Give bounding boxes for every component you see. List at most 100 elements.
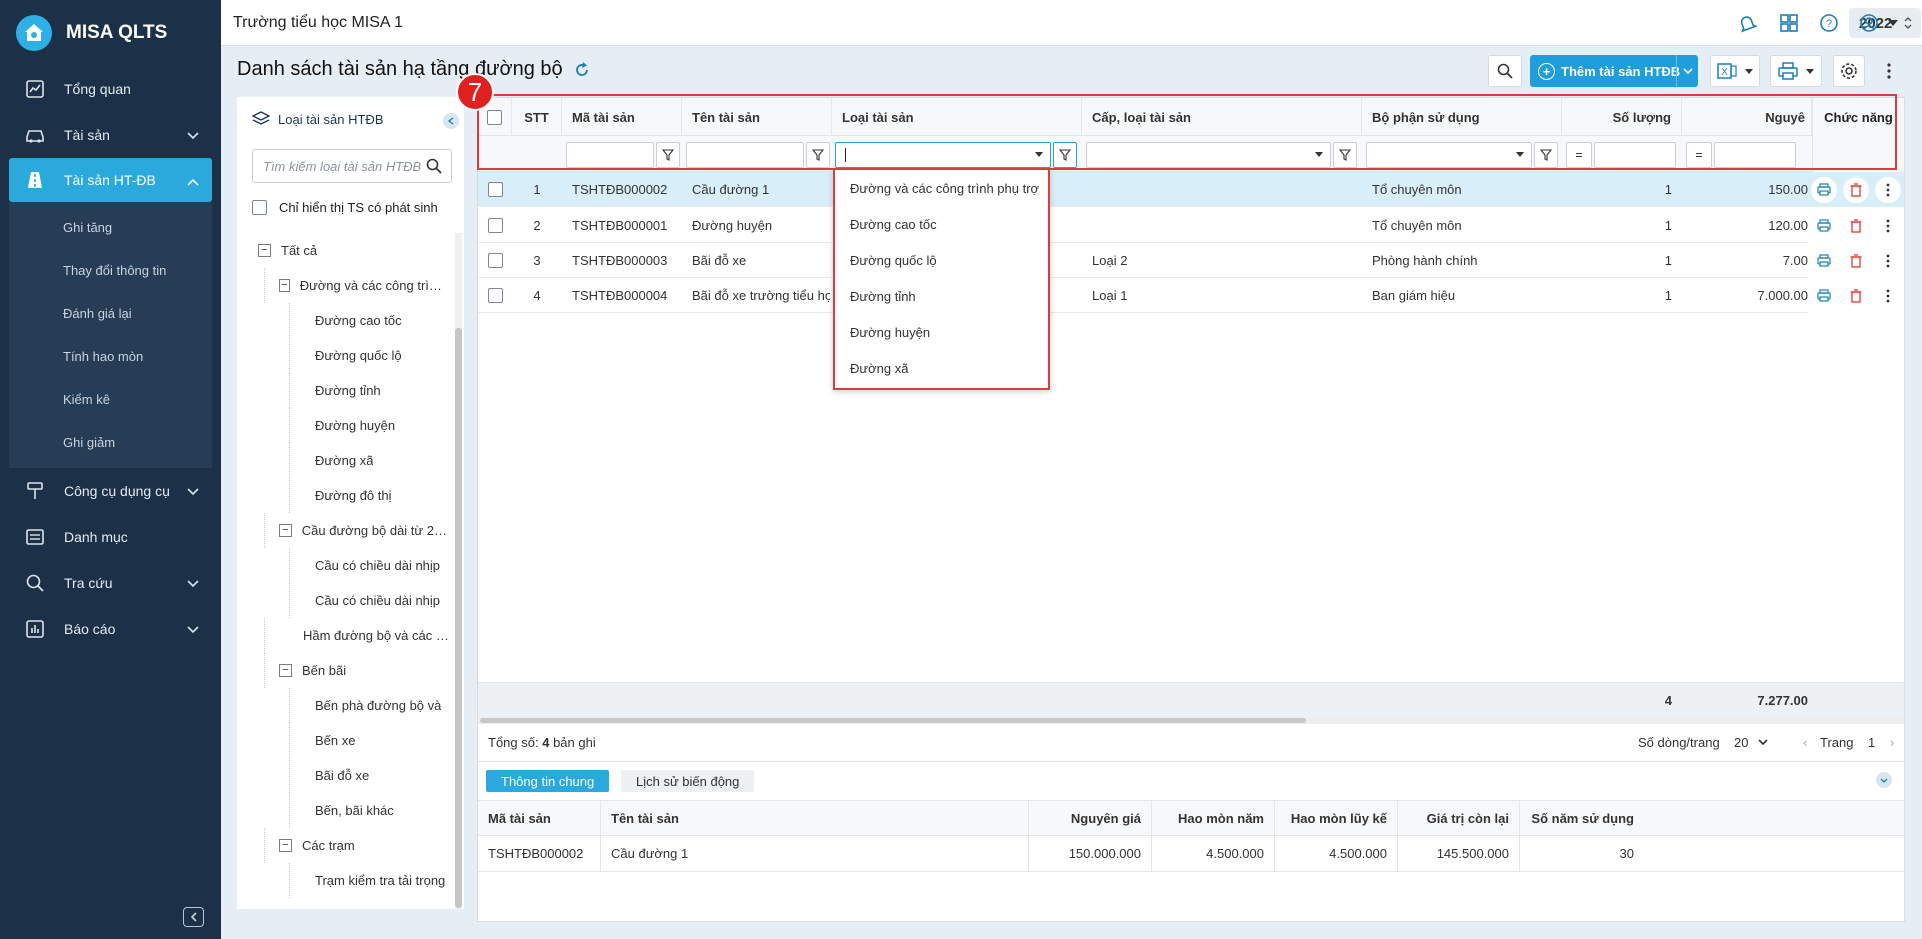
kebab-menu-icon[interactable] [1875,283,1901,309]
filter-cost-input[interactable] [1714,142,1796,168]
tree-search-input[interactable]: Tìm kiếm loại tài sản HTĐB [252,149,452,183]
nav-item-tools[interactable]: Công cụ dụng cụ [0,468,221,514]
trash-icon[interactable] [1843,176,1869,203]
nav-item-assets[interactable]: Tài sản [0,112,221,158]
table-row[interactable]: 2 TSHTĐB000001 Đường huyện Tổ chuyên môn… [478,208,1813,243]
tree-node[interactable]: Đường cao tốc [289,303,449,338]
tree-node[interactable]: − Tất cả [252,233,449,268]
subnav-item-inventory[interactable]: Kiểm kê [9,378,212,421]
settings-button[interactable] [1833,55,1865,87]
nav-item-reports[interactable]: Báo cáo [0,606,221,652]
col-level[interactable]: Cấp, loại tài sản [1082,98,1362,136]
tab-general-info[interactable]: Thông tin chung [486,770,610,792]
scrollbar-thumb[interactable] [480,718,1306,723]
tree-scrollbar[interactable] [455,233,462,909]
funnel-icon[interactable] [1053,142,1077,168]
select-all-checkbox[interactable] [487,109,502,125]
filter-code-input[interactable] [566,142,654,168]
tree-node[interactable]: Bến phà đường bộ và [289,688,449,723]
chevron-down-icon[interactable] [1876,772,1892,788]
funnel-icon[interactable] [1534,142,1558,168]
tree-node[interactable]: Đường huyện [289,408,449,443]
row-checkbox[interactable] [487,218,503,233]
trash-icon[interactable] [1843,248,1869,274]
prev-page-icon[interactable]: ‹ [1803,735,1807,750]
kebab-menu-icon[interactable] [1875,248,1901,274]
tree-node[interactable]: Đường tỉnh [289,373,449,408]
scrollbar-thumb[interactable] [455,328,462,908]
funnel-icon[interactable] [806,142,830,168]
collapse-nav-button[interactable] [183,907,204,927]
collapse-icon[interactable]: − [279,664,292,677]
tree-node[interactable]: Cầu có chiều dài nhịp [289,548,449,583]
cost-operator[interactable]: = [1686,142,1712,168]
checkbox[interactable] [252,200,267,215]
subnav-item-change-info[interactable]: Thay đổi thông tin [9,249,212,292]
dropdown-option[interactable]: Đường tỉnh [835,278,1048,314]
tree-node[interactable]: Trạm kiểm tra tải trọng [289,863,449,898]
funnel-icon[interactable] [1333,142,1357,168]
funnel-icon[interactable] [656,142,680,168]
tree-node[interactable]: −Đường và các công trình phụ trợ [264,268,449,303]
tree-node[interactable]: Đường quốc lộ [289,338,449,373]
col-stt[interactable]: STT [512,98,562,136]
kebab-menu-icon[interactable] [1875,176,1901,203]
qty-operator[interactable]: = [1566,142,1592,168]
filter-level-select[interactable] [1086,142,1331,168]
kebab-menu-icon[interactable] [1875,213,1901,239]
page-number[interactable]: 1 [1868,735,1875,750]
col-cost[interactable]: Nguyê [1682,98,1812,136]
tree-node[interactable]: − Cầu đường bộ dài từ 25m [264,513,449,548]
col-type[interactable]: Loại tài sản [832,98,1082,136]
search-icon[interactable] [426,158,442,177]
nav-item-road-infrastructure[interactable]: Tài sản HT-ĐB [9,158,212,202]
subnav-item-increase[interactable]: Ghi tăng [9,206,212,249]
tree-node[interactable]: Bãi đỗ xe [289,758,449,793]
dropdown-option[interactable]: Đường huyện [835,314,1048,350]
tree-node[interactable]: Đường xã [289,443,449,478]
tab-change-history[interactable]: Lịch sử biến động [621,770,755,792]
trash-icon[interactable] [1843,213,1869,239]
row-checkbox[interactable] [487,288,503,303]
excel-button[interactable]: X [1710,55,1760,87]
filter-dept-select[interactable] [1366,142,1532,168]
dropdown-option[interactable]: Đường cao tốc [835,206,1048,242]
add-asset-button[interactable]: + Thêm tài sản HTĐB [1530,55,1698,87]
horizontal-scrollbar[interactable] [478,717,1904,724]
tree-node[interactable]: Cầu có chiều dài nhịp [289,583,449,618]
nav-item-overview[interactable]: Tổng quan [0,66,221,112]
search-button[interactable] [1488,55,1522,87]
school-name[interactable]: Trường tiểu học MISA 1 [233,14,403,32]
col-dept[interactable]: Bộ phận sử dụng [1362,98,1562,136]
collapse-icon[interactable]: − [279,279,290,292]
collapse-icon[interactable]: − [258,244,271,257]
tree-node[interactable]: Đường đô thị [289,478,449,513]
collapse-icon[interactable]: − [279,839,292,852]
row-checkbox[interactable] [487,182,503,197]
tree-node[interactable]: Hầm đường bộ và các công trình [264,618,449,653]
print-row-icon[interactable] [1811,283,1837,309]
tree-node[interactable]: − Các trạm [264,828,449,863]
dropdown-option[interactable]: Đường quốc lộ [835,242,1048,278]
print-row-icon[interactable] [1811,213,1837,239]
subnav-item-decrease[interactable]: Ghi giảm [9,421,212,464]
col-name[interactable]: Tên tài sản [682,98,832,136]
tree-node[interactable]: Bến, bãi khác [289,793,449,828]
refresh-icon[interactable] [573,61,591,82]
trash-icon[interactable] [1843,283,1869,309]
apps-grid-icon[interactable] [1777,11,1801,35]
nav-item-catalog[interactable]: Danh mục [0,514,221,560]
tree-node[interactable]: − Bến bãi [264,653,449,688]
subnav-item-depreciation[interactable]: Tính hao mòn [9,335,212,378]
print-row-icon[interactable] [1811,176,1837,203]
col-qty[interactable]: Số lượng [1562,98,1682,136]
collapse-tree-button[interactable] [443,113,459,129]
tree-node[interactable]: Bến xe [289,723,449,758]
only-with-data-checkbox[interactable]: Chỉ hiển thị TS có phát sinh [252,200,438,215]
dropdown-option[interactable]: Đường xã [835,350,1048,386]
dropdown-option[interactable]: Đường và các công trình phụ trợ [835,170,1048,206]
rows-per-page-select[interactable]: 20 [1734,735,1769,750]
filter-qty-input[interactable] [1594,142,1676,168]
print-row-icon[interactable] [1811,248,1837,274]
col-code[interactable]: Mã tài sản [562,98,682,136]
